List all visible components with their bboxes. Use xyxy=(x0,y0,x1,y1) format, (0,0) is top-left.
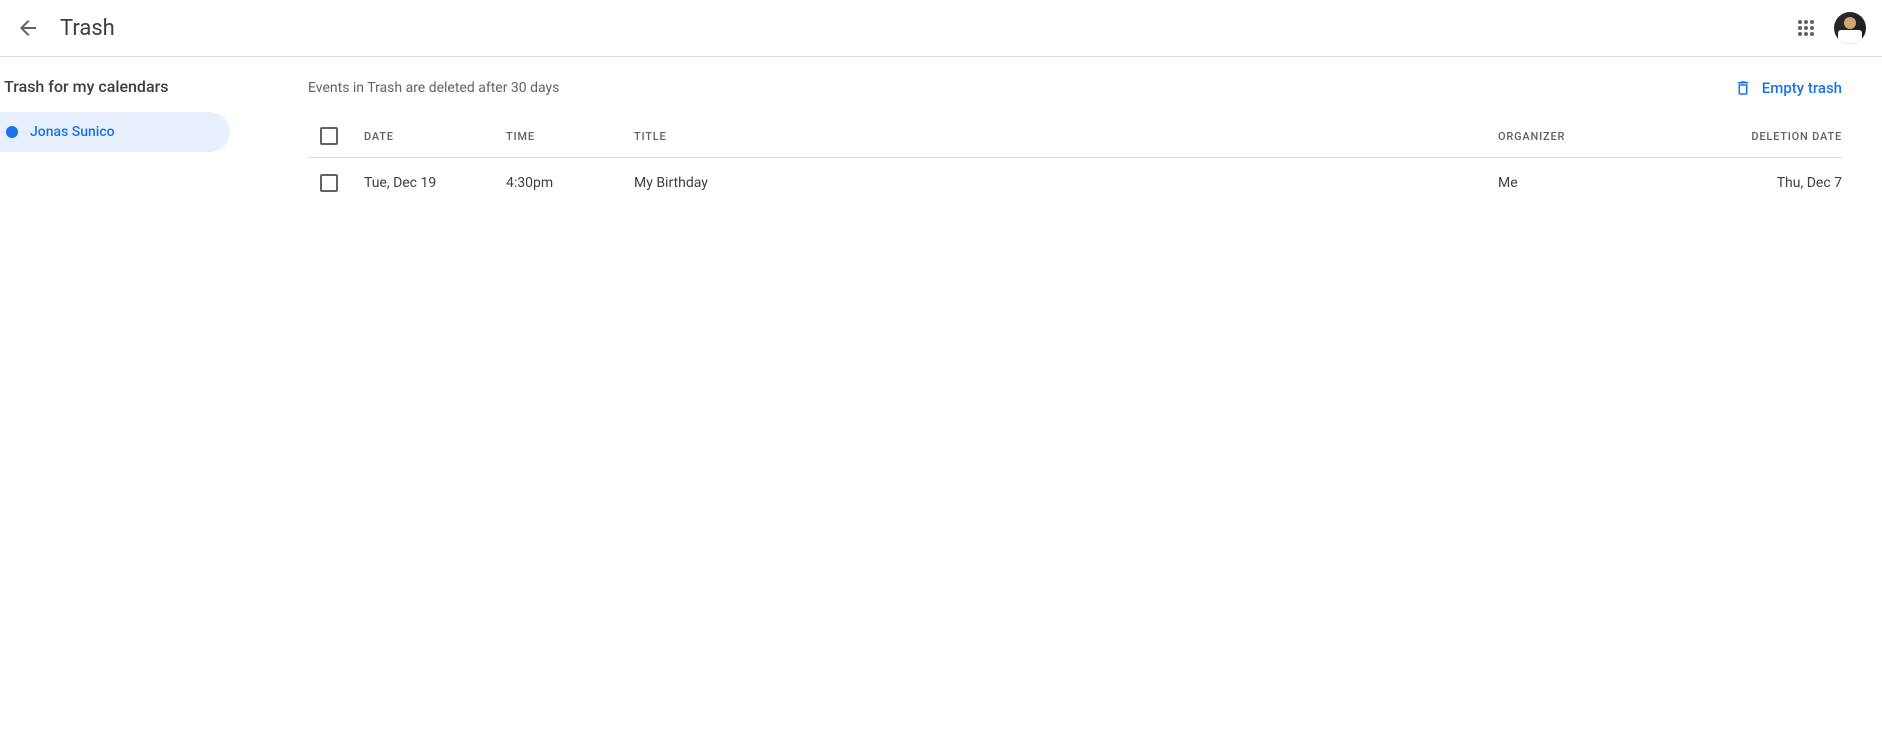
page-title: Trash xyxy=(60,16,1794,41)
calendar-color-dot-icon xyxy=(6,126,18,138)
content: Trash for my calendars Jonas Sunico Even… xyxy=(0,57,1882,208)
header-date: DATE xyxy=(364,130,506,143)
row-time: 4:30pm xyxy=(506,175,634,191)
header-deletion-date: DELETION DATE xyxy=(1712,130,1842,143)
trash-table: DATE TIME TITLE ORGANIZER DELETION DATE … xyxy=(308,115,1842,208)
avatar[interactable] xyxy=(1834,12,1866,44)
select-all-checkbox[interactable] xyxy=(320,127,338,145)
main-area: Events in Trash are deleted after 30 day… xyxy=(260,57,1882,208)
sidebar-item-label: Jonas Sunico xyxy=(30,124,115,140)
trash-icon xyxy=(1734,79,1752,97)
row-checkbox[interactable] xyxy=(320,174,338,192)
row-checkbox-cell xyxy=(308,174,364,192)
header-organizer: ORGANIZER xyxy=(1498,130,1712,143)
row-organizer: Me xyxy=(1498,175,1712,191)
app-header: Trash xyxy=(0,0,1882,57)
info-text: Events in Trash are deleted after 30 day… xyxy=(308,80,559,96)
table-header-row: DATE TIME TITLE ORGANIZER DELETION DATE xyxy=(308,115,1842,158)
apps-grid-icon[interactable] xyxy=(1794,16,1818,40)
header-time: TIME xyxy=(506,130,634,143)
header-title: TITLE xyxy=(634,130,1498,143)
header-right xyxy=(1794,12,1866,44)
back-arrow-icon[interactable] xyxy=(16,16,40,40)
table-row[interactable]: Tue, Dec 19 4:30pm My Birthday Me Thu, D… xyxy=(308,158,1842,208)
empty-trash-button[interactable]: Empty trash xyxy=(1734,79,1842,97)
sidebar-title: Trash for my calendars xyxy=(0,77,260,112)
sidebar: Trash for my calendars Jonas Sunico xyxy=(0,57,260,208)
empty-trash-label: Empty trash xyxy=(1762,79,1842,97)
row-deletion-date: Thu, Dec 7 xyxy=(1712,175,1842,191)
row-title: My Birthday xyxy=(634,175,1498,191)
row-date: Tue, Dec 19 xyxy=(364,175,506,191)
header-checkbox-cell xyxy=(308,127,364,145)
main-header: Events in Trash are deleted after 30 day… xyxy=(308,79,1842,97)
sidebar-item-calendar[interactable]: Jonas Sunico xyxy=(0,112,230,152)
